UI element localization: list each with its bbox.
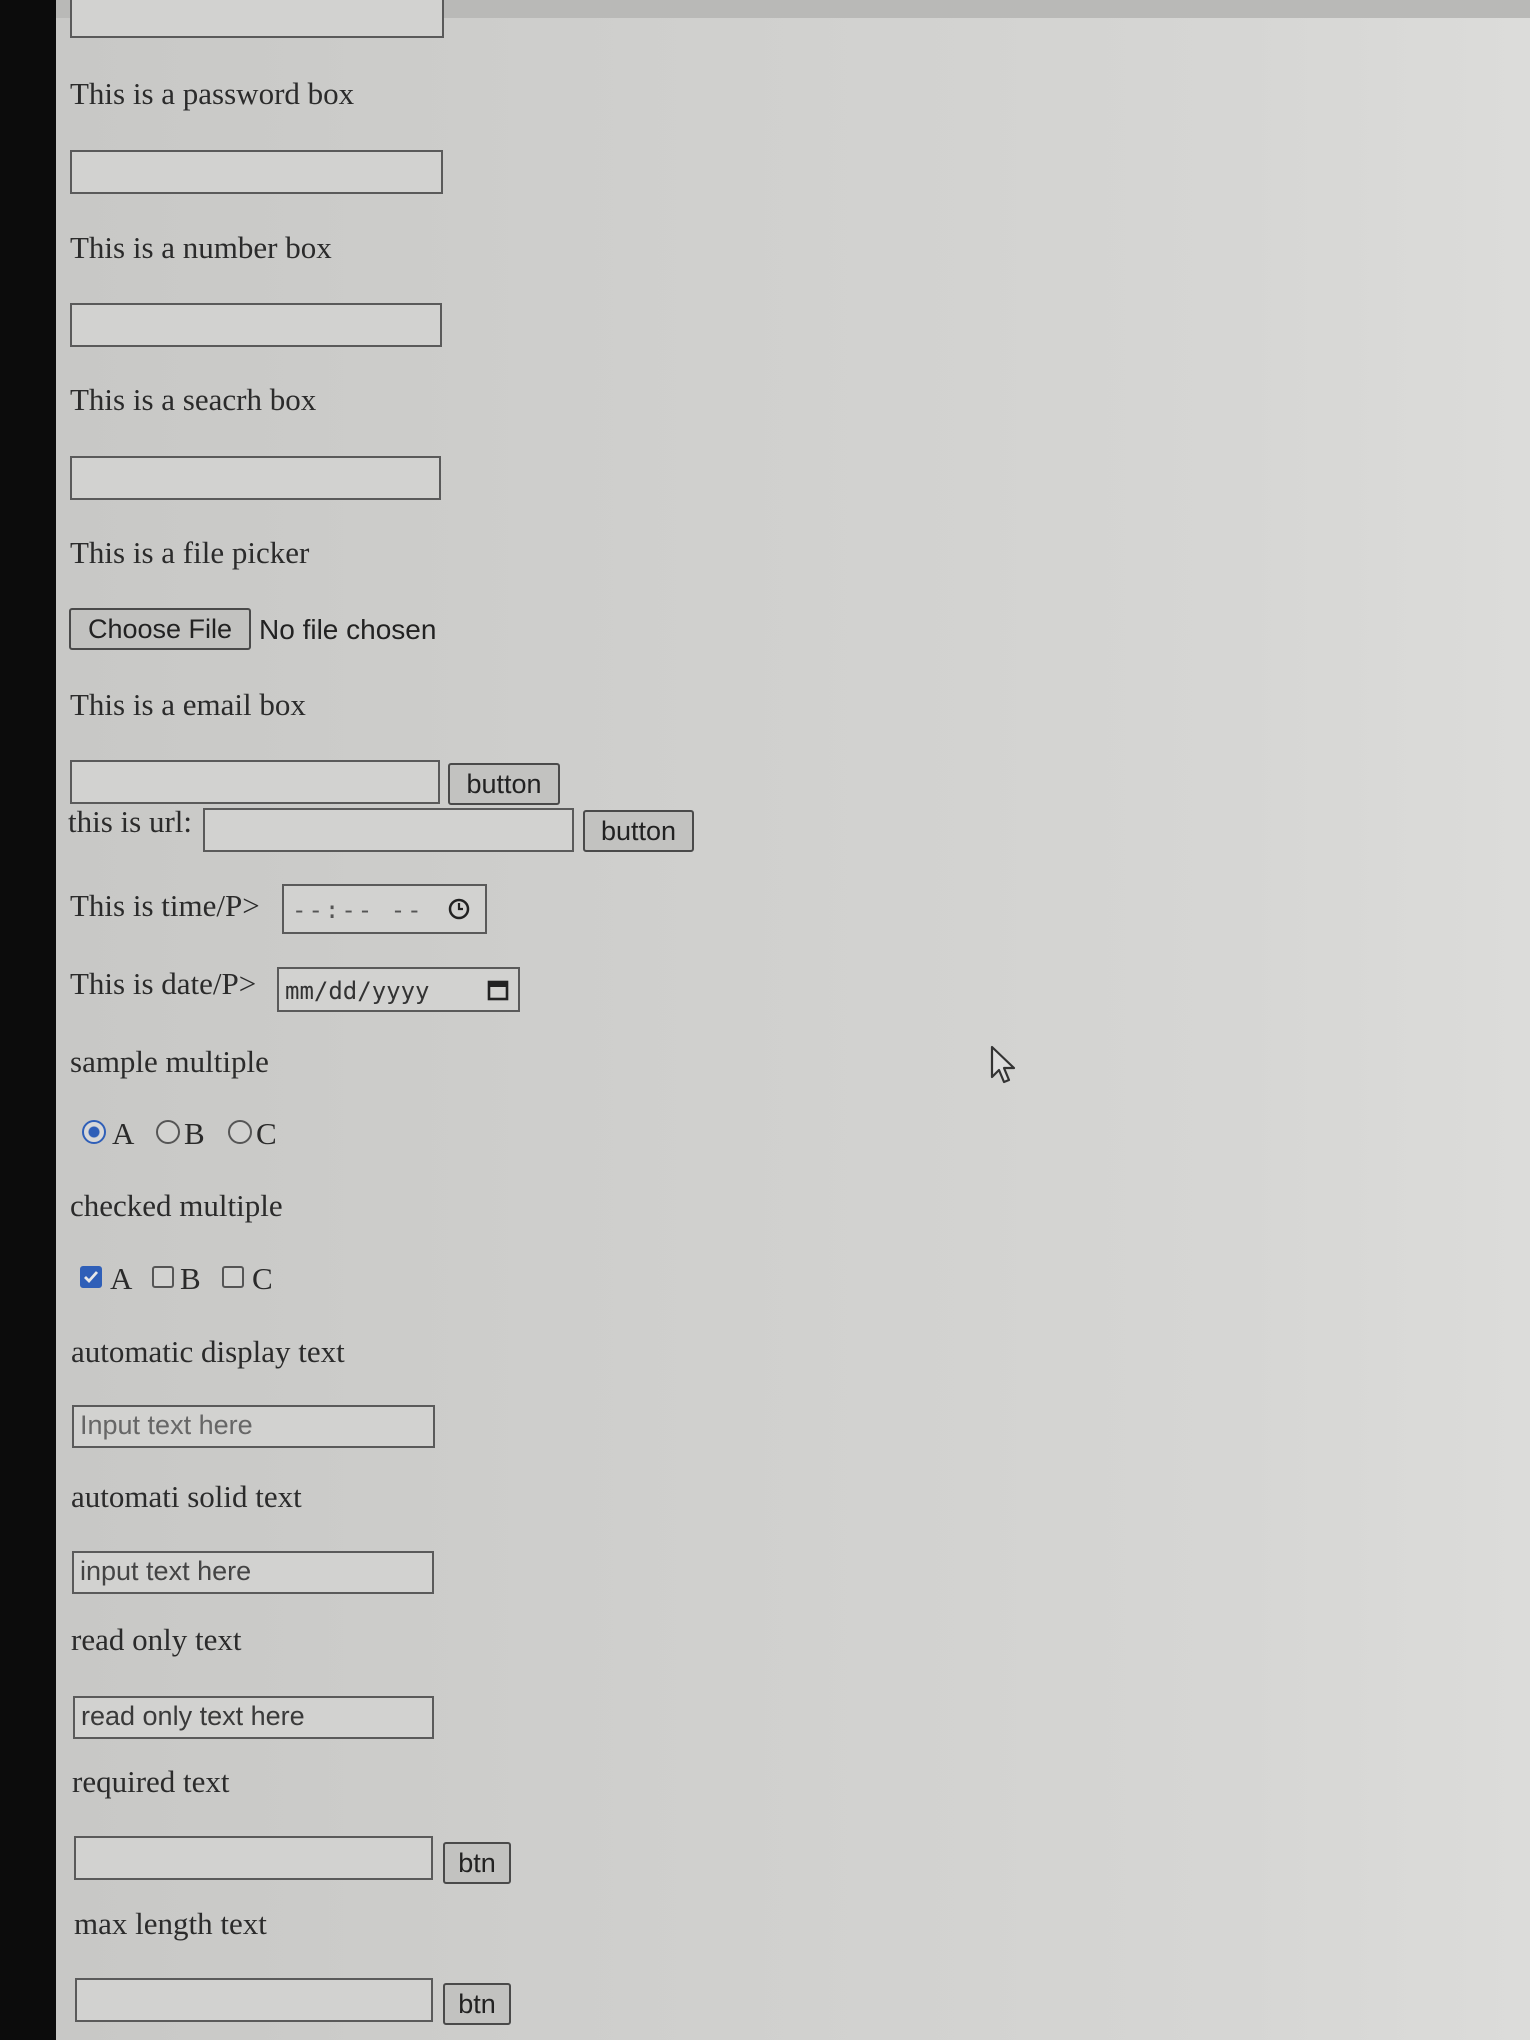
checkbox-option-c-label: C [252,1261,273,1296]
url-button[interactable]: button [583,810,694,852]
auto-solid-input[interactable]: input text here [72,1551,434,1594]
search-input[interactable] [70,456,441,500]
file-status-text: No file chosen [259,614,437,645]
radio-group-label: sample multiple [70,1044,269,1079]
radio-option-c-label: C [256,1116,277,1151]
cut-off-input[interactable] [70,0,444,38]
date-placeholder: mm/dd/yyyy [285,977,430,1005]
url-label: this is url: [68,804,193,839]
time-label: This is time/P> [70,888,260,923]
url-input[interactable] [203,808,574,852]
time-input[interactable]: --:-- -- [282,884,487,934]
max-length-input[interactable] [75,1978,433,2022]
read-only-label: read only text [71,1622,242,1657]
read-only-input[interactable]: read only text here [73,1696,434,1739]
mouse-cursor-icon [990,1045,1020,1087]
checkbox-option-a[interactable] [80,1266,102,1288]
number-input[interactable] [70,303,442,347]
screen-bezel [0,0,56,2040]
required-label: required text [72,1764,230,1799]
checkbox-option-c[interactable] [222,1266,244,1288]
checkbox-option-b[interactable] [152,1266,174,1288]
password-input[interactable] [70,150,443,194]
time-placeholder: --:-- -- [292,896,424,924]
email-label: This is a email box [70,687,306,722]
choose-file-button[interactable]: Choose File [69,608,251,650]
search-label: This is a seacrh box [70,382,317,417]
checkbox-option-b-label: B [180,1261,201,1296]
auto-solid-label: automati solid text [71,1479,302,1514]
checkmark-icon [84,1271,99,1284]
max-length-button[interactable]: btn [443,1983,511,2025]
number-label: This is a number box [70,230,332,265]
radio-option-b-label: B [184,1116,205,1151]
radio-option-a-label: A [112,1116,135,1151]
radio-option-b[interactable] [156,1120,180,1144]
radio-option-a[interactable] [82,1120,106,1144]
calendar-icon[interactable] [487,979,509,1001]
password-label: This is a password box [70,76,355,111]
max-length-label: max length text [74,1906,267,1941]
checkbox-group-label: checked multiple [70,1188,283,1223]
checkbox-option-a-label: A [110,1261,133,1296]
auto-display-input[interactable]: Input text here [72,1405,435,1448]
email-button[interactable]: button [448,763,560,805]
clock-icon[interactable] [448,898,470,920]
date-label: This is date/P> [70,966,257,1001]
radio-option-c[interactable] [228,1120,252,1144]
required-input[interactable] [74,1836,433,1880]
email-input[interactable] [70,760,440,804]
auto-display-label: automatic display text [71,1334,345,1369]
date-input[interactable]: mm/dd/yyyy [277,967,520,1012]
file-picker-label: This is a file picker [70,535,310,570]
required-button[interactable]: btn [443,1842,511,1884]
